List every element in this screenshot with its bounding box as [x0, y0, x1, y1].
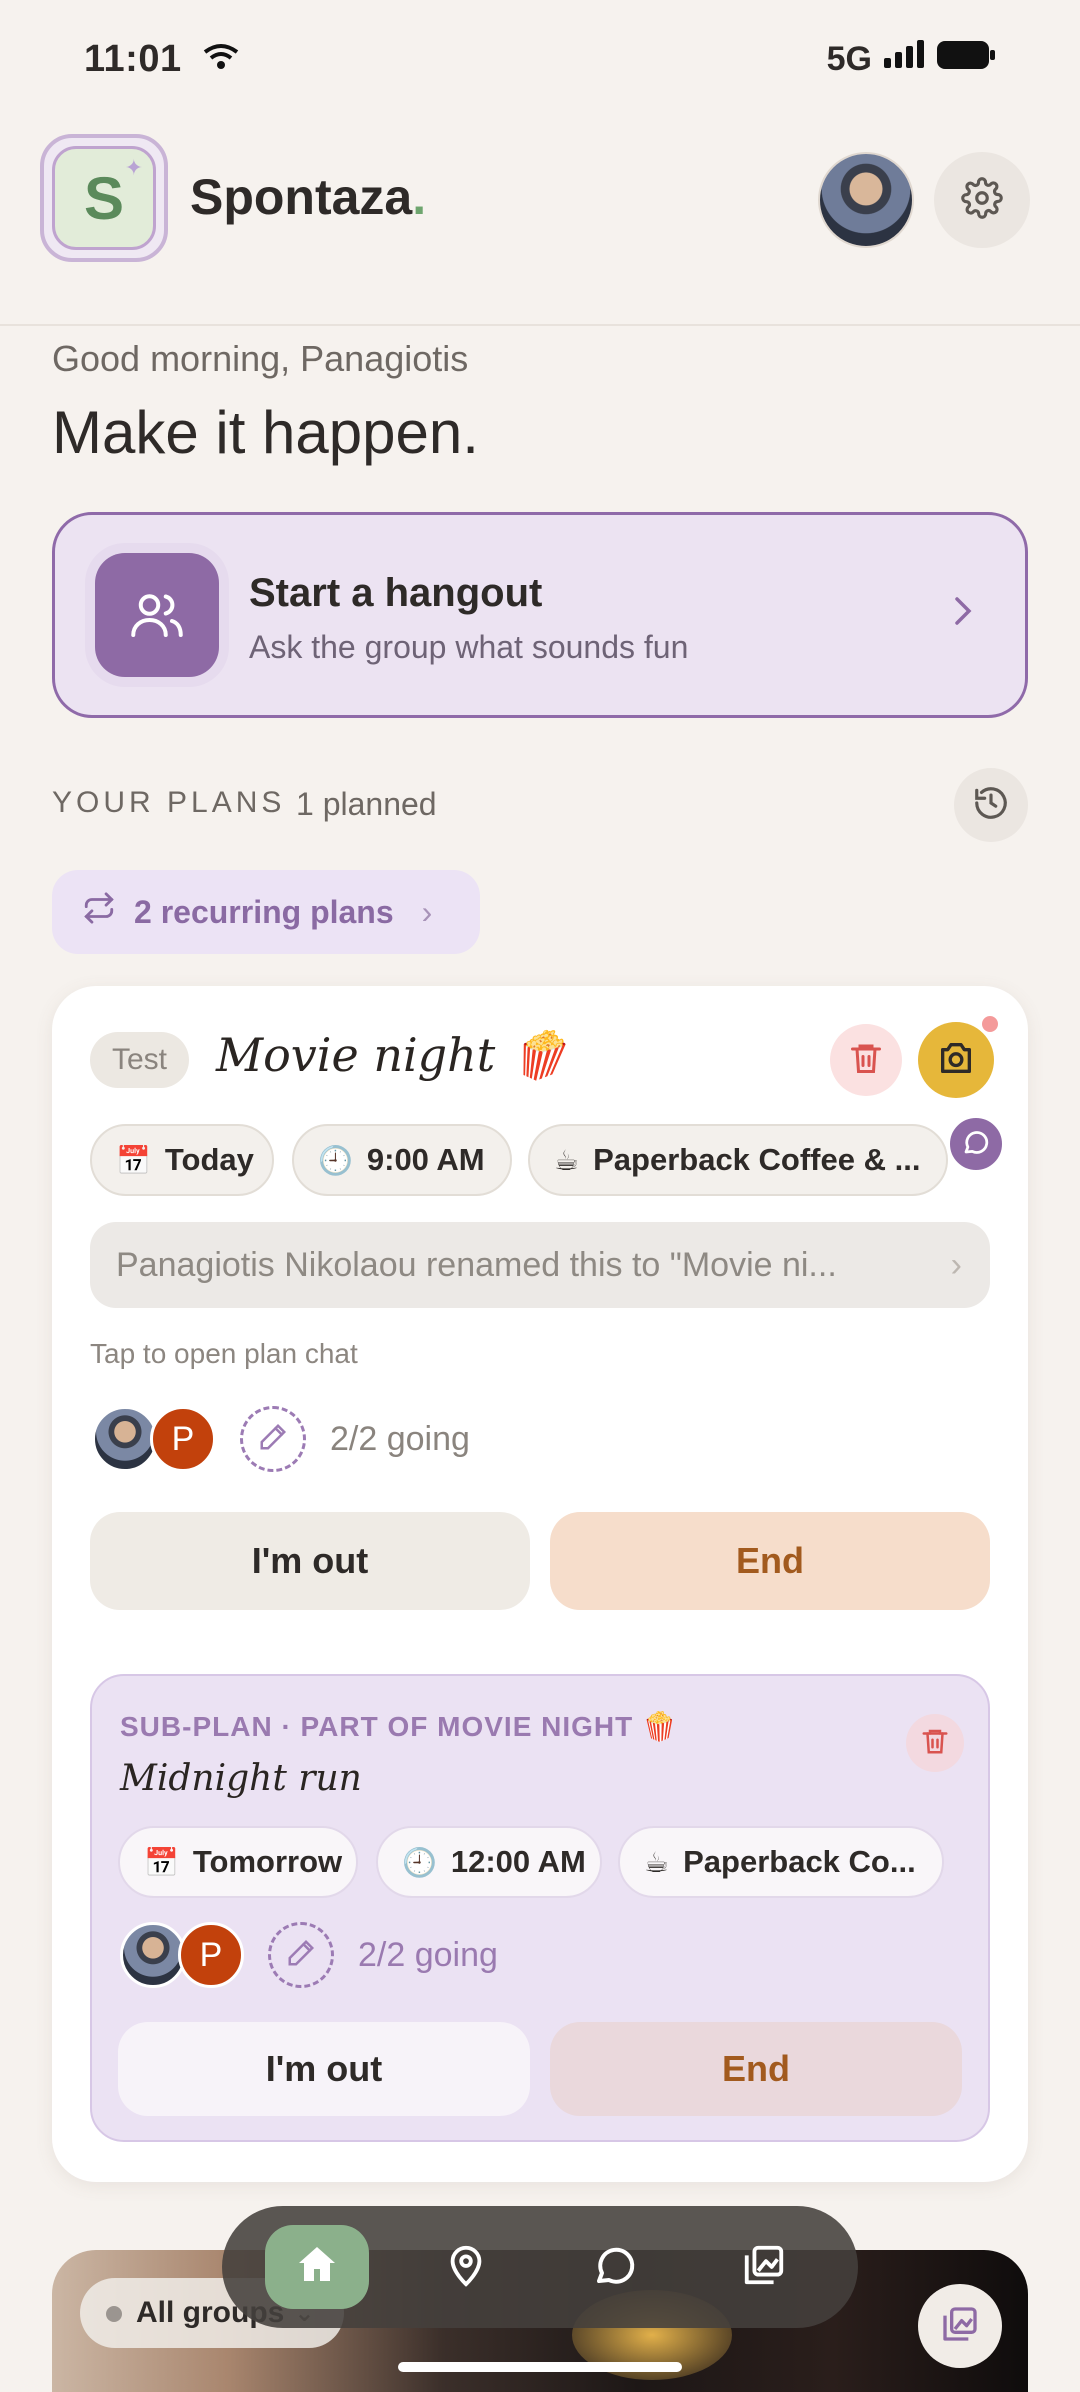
- trash-icon: [848, 1040, 884, 1081]
- chat-icon: [961, 1127, 991, 1162]
- clock-icon: 🕘: [318, 1144, 353, 1176]
- chevron-right-icon: ›: [950, 1245, 962, 1284]
- signal-icon: [882, 40, 926, 79]
- gear-icon: [961, 176, 1003, 224]
- subplan-card[interactable]: SUB-PLAN · PART OF MOVIE NIGHT 🍿 Midnigh…: [90, 1674, 990, 2142]
- history-button[interactable]: [954, 768, 1028, 842]
- hangout-subtitle: Ask the group what sounds fun: [249, 629, 689, 665]
- calendar-icon: 📅: [144, 1846, 179, 1878]
- going-count: 2/2 going: [358, 1936, 498, 1974]
- hangout-title: Start a hangout: [249, 571, 543, 615]
- edit-attendees-button[interactable]: [240, 1406, 306, 1472]
- activity-text: Panagiotis Nikolaou renamed this to "Mov…: [116, 1245, 837, 1284]
- pencil-icon: [258, 1422, 288, 1457]
- plan-card[interactable]: Test Movie night 🍿 📅 Today 🕘 9:00 AM ☕ P…: [52, 986, 1028, 2182]
- open-chat-button[interactable]: [946, 1114, 1006, 1174]
- home-icon: [293, 2241, 341, 2294]
- logo-letter: S: [83, 164, 125, 232]
- going-count: 2/2 going: [330, 1420, 470, 1458]
- im-out-button[interactable]: I'm out: [90, 1512, 530, 1610]
- trash-icon: [920, 1726, 950, 1761]
- attendee-avatar: [92, 1406, 158, 1472]
- nav-gallery[interactable]: [712, 2225, 816, 2309]
- history-icon: [972, 784, 1010, 827]
- location-chip[interactable]: ☕ Paperback Coffee & ...: [528, 1124, 948, 1196]
- tap-hint: Tap to open plan chat: [90, 1338, 358, 1369]
- chevron-right-icon: ›: [421, 893, 433, 930]
- coffee-icon: ☕: [554, 1144, 580, 1176]
- subplan-end-button[interactable]: End: [550, 2022, 962, 2116]
- chevron-right-icon: [951, 593, 975, 639]
- subplan-im-out-button[interactable]: I'm out: [118, 2022, 530, 2116]
- page-headline: Make it happen.: [52, 399, 479, 466]
- gallery-button[interactable]: [918, 2284, 1002, 2368]
- chat-icon: [591, 2241, 639, 2294]
- calendar-icon: 📅: [116, 1144, 151, 1176]
- subplan-title: Midnight run: [120, 1758, 362, 1799]
- bottom-navigation: [222, 2206, 858, 2328]
- repeat-icon: [82, 891, 116, 933]
- map-pin-icon: [443, 2242, 489, 2293]
- plan-title: Movie night 🍿: [216, 1028, 568, 1082]
- nav-chat[interactable]: [563, 2225, 667, 2309]
- activity-bar[interactable]: Panagiotis Nikolaou renamed this to "Mov…: [90, 1222, 990, 1308]
- nav-home[interactable]: [264, 2225, 369, 2309]
- plans-count: 1 planned: [296, 786, 437, 822]
- status-icons: 5G: [203, 40, 996, 79]
- battery-icon: [936, 40, 996, 79]
- recurring-plans-button[interactable]: 2 recurring plans ›: [52, 870, 480, 954]
- profile-avatar[interactable]: [818, 152, 914, 248]
- start-hangout-card[interactable]: Start a hangout Ask the group what sound…: [52, 512, 1028, 718]
- subplan-date-chip[interactable]: 📅 Tomorrow: [118, 1826, 358, 1898]
- attendee-avatar: P: [178, 1922, 244, 1988]
- home-indicator: [398, 2362, 682, 2372]
- delete-subplan-button[interactable]: [906, 1714, 964, 1772]
- header-divider: [0, 324, 1080, 326]
- nav-map[interactable]: [414, 2225, 518, 2309]
- notification-dot: [982, 1016, 998, 1032]
- sparkle-icon: ✦: [124, 155, 143, 180]
- brand-name: Spontaza.: [190, 169, 427, 225]
- end-plan-button[interactable]: End: [550, 1512, 990, 1610]
- date-chip[interactable]: 📅 Today: [90, 1124, 274, 1196]
- status-time: 11:01: [84, 38, 182, 80]
- settings-button[interactable]: [934, 152, 1030, 248]
- clock-icon: 🕘: [402, 1846, 437, 1878]
- gallery-icon: [940, 2304, 980, 2349]
- gallery-icon: [741, 2242, 787, 2293]
- people-icon: [95, 553, 219, 677]
- pencil-icon: [286, 1938, 316, 1973]
- subplan-label: SUB-PLAN · PART OF MOVIE NIGHT 🍿: [120, 1711, 678, 1742]
- edit-attendees-button[interactable]: [268, 1922, 334, 1988]
- coffee-icon: ☕: [644, 1846, 670, 1878]
- camera-button[interactable]: [918, 1022, 994, 1098]
- subplan-time-chip[interactable]: 🕘 12:00 AM: [376, 1826, 602, 1898]
- plans-section-label: YOUR PLANS: [52, 786, 286, 819]
- app-logo[interactable]: S ✦: [40, 134, 168, 262]
- delete-plan-button[interactable]: [830, 1024, 902, 1096]
- subplan-location-chip[interactable]: ☕ Paperback Co...: [618, 1826, 944, 1898]
- greeting-text: Good morning, Panagiotis: [52, 338, 469, 379]
- camera-icon: [936, 1038, 976, 1083]
- attendee-avatar: [120, 1922, 186, 1988]
- group-tag: Test: [90, 1032, 190, 1088]
- recurring-label: 2 recurring plans: [134, 893, 394, 930]
- time-chip[interactable]: 🕘 9:00 AM: [292, 1124, 512, 1196]
- wifi-icon: [201, 42, 241, 81]
- network-label: 5G: [826, 40, 872, 78]
- attendee-avatar: P: [150, 1406, 216, 1472]
